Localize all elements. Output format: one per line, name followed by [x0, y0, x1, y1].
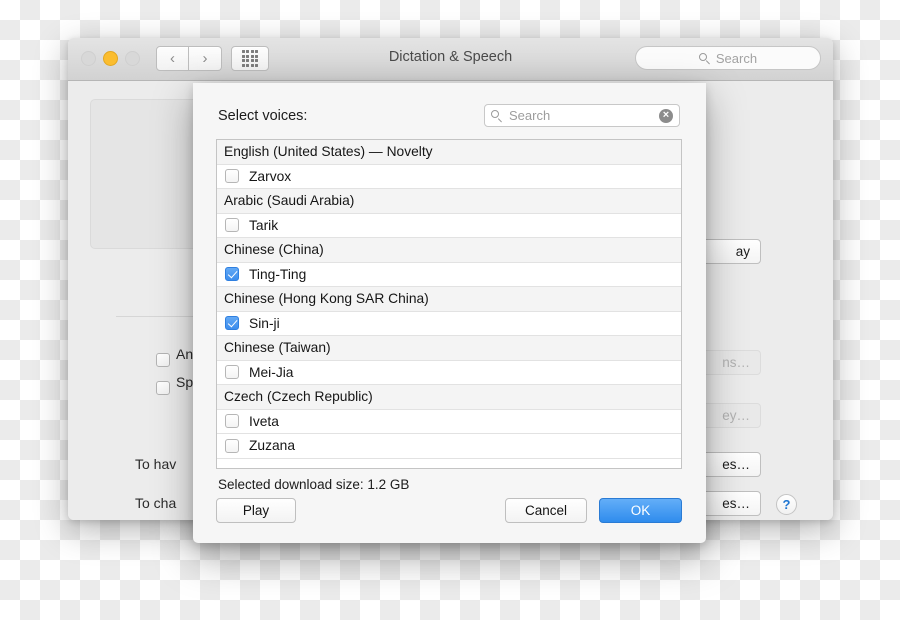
- search-icon: [698, 52, 710, 65]
- voice-row[interactable]: Zarvox: [217, 164, 681, 189]
- voice-row[interactable]: Zuzana: [217, 434, 681, 459]
- clear-search-icon[interactable]: ×: [659, 108, 673, 123]
- voice-row[interactable]: Ting-Ting: [217, 262, 681, 287]
- voice-name-label: Ting-Ting: [249, 266, 307, 282]
- voice-row[interactable]: Mei-Jia: [217, 360, 681, 385]
- voice-name-label: Sin-ji: [249, 315, 280, 331]
- voice-group-label: Czech (Czech Republic): [224, 389, 373, 405]
- voice-group-header: Chinese (Hong Kong SAR China): [217, 287, 681, 312]
- to-change-label: To cha: [135, 495, 177, 511]
- download-size-label: Selected download size: 1.2 GB: [218, 477, 410, 492]
- voice-group-header: English (United States) — Novelty: [217, 140, 681, 165]
- dialog-title: Select voices:: [218, 108, 308, 124]
- voice-group-header: Czech (Czech Republic): [217, 385, 681, 410]
- voice-row[interactable]: Sin-ji: [217, 311, 681, 336]
- voice-search-placeholder: Search: [509, 108, 551, 123]
- voice-checkbox[interactable]: [225, 438, 239, 453]
- voice-name-label: Zarvox: [249, 168, 292, 184]
- voice-group-label: Arabic (Saudi Arabia): [224, 193, 355, 209]
- announce-checkbox[interactable]: [156, 353, 170, 367]
- voice-checkbox[interactable]: [225, 316, 239, 331]
- toolbar-search-field[interactable]: Search: [635, 46, 821, 70]
- voice-group-header: Chinese (Taiwan): [217, 336, 681, 361]
- voice-group-label: Chinese (Hong Kong SAR China): [224, 291, 429, 307]
- window-titlebar: ‹ › Dictation & Speech Search: [68, 38, 833, 81]
- voice-group-label: Chinese (Taiwan): [224, 340, 331, 356]
- voice-group-header: Arabic (Saudi Arabia): [217, 189, 681, 214]
- voice-group-header: Chinese (China): [217, 238, 681, 263]
- voice-row[interactable]: Iveta: [217, 409, 681, 434]
- voice-checkbox[interactable]: [225, 267, 239, 282]
- voice-name-label: Zuzana: [249, 438, 296, 454]
- search-icon: [491, 110, 502, 122]
- speak-checkbox[interactable]: [156, 381, 170, 395]
- voice-checkbox[interactable]: [225, 218, 239, 233]
- voice-checkbox[interactable]: [225, 414, 239, 429]
- play-button[interactable]: Play: [216, 498, 296, 523]
- voice-checkbox[interactable]: [225, 169, 239, 184]
- toolbar-search-placeholder: Search: [715, 50, 758, 66]
- ok-button[interactable]: OK: [599, 498, 682, 523]
- voice-row[interactable]: Tarik: [217, 213, 681, 238]
- voice-search-field[interactable]: Search ×: [484, 104, 680, 127]
- voice-group-label: Chinese (China): [224, 242, 324, 258]
- cancel-button[interactable]: Cancel: [505, 498, 587, 523]
- screenshot-canvas: ‹ › Dictation & Speech Search Ann Spe To…: [0, 0, 900, 620]
- voice-name-label: Tarik: [249, 217, 279, 233]
- voice-name-label: Iveta: [249, 413, 279, 429]
- voice-group-label: English (United States) — Novelty: [224, 144, 433, 160]
- voice-name-label: Mei-Jia: [249, 364, 294, 380]
- voice-list[interactable]: English (United States) — Novelty Zarvox A…: [216, 139, 682, 469]
- select-voices-dialog: Select voices: Search × English (United …: [193, 83, 706, 543]
- help-button[interactable]: ?: [776, 494, 797, 515]
- to-have-label: To hav: [135, 456, 177, 472]
- voice-checkbox[interactable]: [225, 365, 239, 380]
